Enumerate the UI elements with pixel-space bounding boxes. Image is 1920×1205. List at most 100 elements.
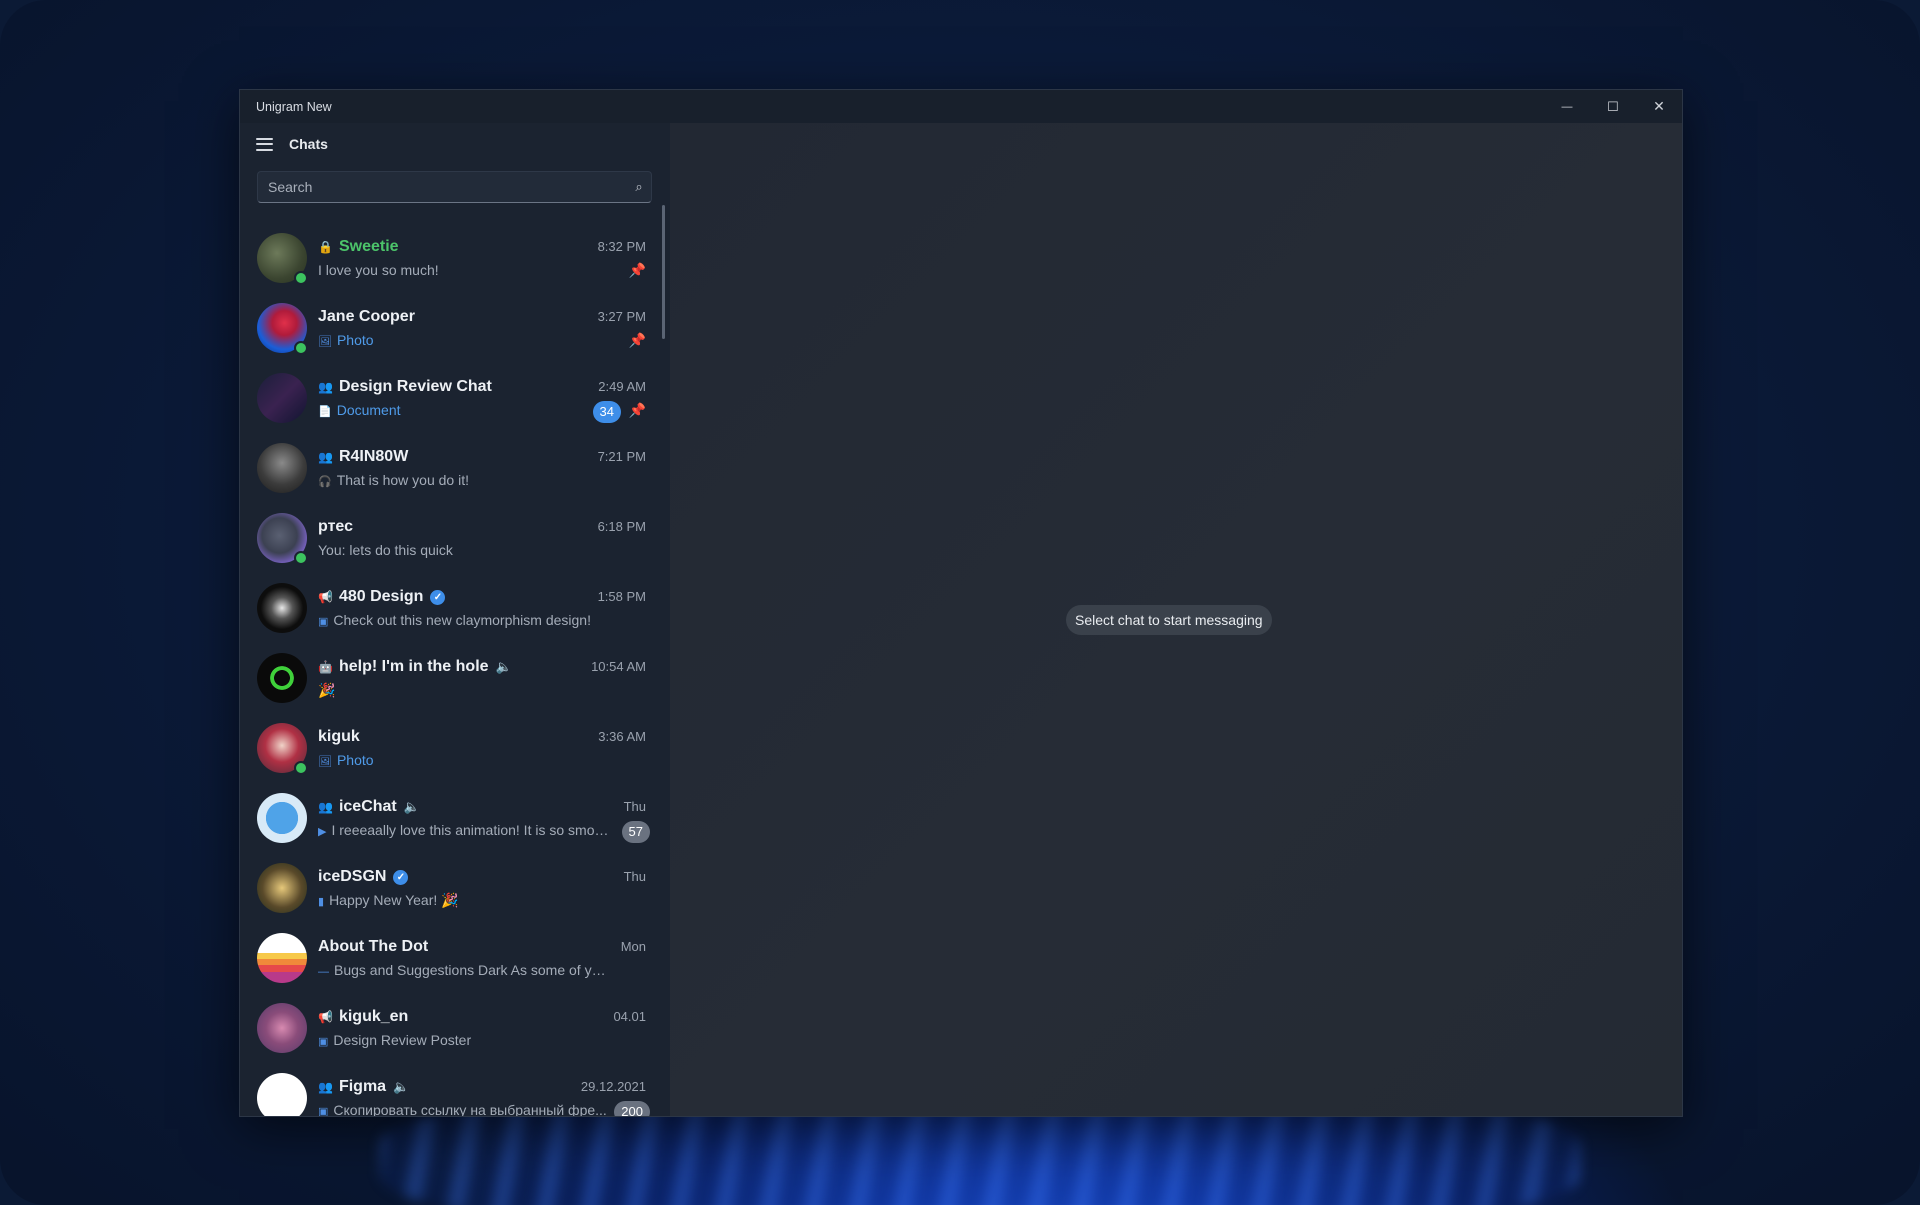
close-button[interactable]: ✕ (1636, 90, 1682, 123)
chat-name: kiguk (318, 728, 360, 745)
chat-row[interactable]: 👥 iceChat 🔈 ▶ I reeeaally love this animatio… (240, 784, 670, 854)
chat-preview-text: Photo (336, 752, 374, 768)
chat-row[interactable]: 👥 Design Review Chat 📄 Document 2:49 AM 📌 34 (240, 364, 670, 434)
chat-row[interactable]: 📢 480 Design ✓ ▣ Check out this new claymorp… (240, 574, 670, 644)
chat-preview: ▮ Happy New Year! 🎉 (318, 892, 610, 909)
maximize-button[interactable]: ☐ (1590, 90, 1636, 123)
app-title: Unigram New (256, 99, 332, 114)
chat-time: Thu (623, 869, 646, 884)
chat-time: 7:21 PM (597, 449, 646, 464)
chat-name: kiguk_en (338, 1008, 409, 1025)
chat-preview-text: I love you so much! (318, 262, 439, 278)
empty-state-message: Select chat to start messaging (1066, 605, 1272, 635)
online-indicator (294, 551, 308, 565)
chat-name-line: 🤖 help! I'm in the hole 🔈 (318, 658, 512, 676)
chat-preview-text: Скопировать ссылку на выбранный фре... (333, 1102, 607, 1117)
muted-speaker-icon: 🔈 (403, 799, 420, 814)
chat-time: Thu (623, 799, 646, 814)
chat-preview-text: Check out this new claymorphism design! (333, 612, 591, 628)
chat-row[interactable]: 👥 Figma 🔈 ▣ Скопировать ссылку на выбранный … (240, 1064, 670, 1117)
hamburger-menu-icon[interactable] (256, 137, 273, 151)
chat-name-line: 👥 Figma 🔈 (318, 1078, 409, 1096)
bot-icon: 🤖 (318, 660, 333, 674)
minimize-button[interactable]: — (1544, 90, 1590, 123)
maximize-icon: ☐ (1607, 98, 1619, 114)
chat-time: 1:58 PM (597, 589, 646, 604)
chats-header: Chats (256, 136, 328, 152)
chat-row[interactable]: About The Dot — Bugs and Suggestions Dark … (240, 924, 670, 994)
chat-name-line: 👥 iceChat 🔈 (318, 798, 420, 816)
dash-icon: — (318, 966, 329, 978)
headphones-icon: 🎧 (318, 476, 332, 488)
group-icon: 👥 (318, 1080, 333, 1094)
chat-time: 04.01 (613, 1009, 646, 1024)
video-icon: ▶ (318, 826, 327, 838)
chat-name-line: Jane Cooper (318, 308, 415, 326)
chat-preview: ▣ Скопировать ссылку на выбранный фре... (318, 1102, 610, 1117)
chat-preview: 🖼 Photo (318, 752, 610, 768)
chat-row[interactable]: Jane Cooper 🖼 Photo 3:27 PM 📌 (240, 294, 670, 364)
chat-name: help! I'm in the hole (338, 658, 489, 675)
chat-name-line: 📢 480 Design ✓ (318, 588, 446, 606)
group-icon: 👥 (318, 450, 333, 464)
search-icon[interactable]: ⌕ (627, 179, 651, 195)
group-icon: 👥 (318, 380, 333, 394)
avatar (257, 443, 307, 493)
chat-sidebar: Chats ⌕ 🔒 Sweetie I love you so much! 8:32 … (240, 123, 670, 1116)
window-controls: — ☐ ✕ (1544, 90, 1682, 123)
online-indicator (294, 761, 308, 775)
chat-name: About The Dot (318, 938, 429, 955)
chat-name-line: iceDSGN ✓ (318, 868, 409, 886)
chat-name: R4IN80W (338, 448, 409, 465)
pin-icon: 📌 (628, 262, 646, 278)
chat-preview: 🖼 Photo (318, 332, 610, 348)
chat-preview: — Bugs and Suggestions Dark As some of yo… (318, 962, 610, 978)
chat-row[interactable]: iceDSGN ✓ ▮ Happy New Year! 🎉 Thu (240, 854, 670, 924)
chat-name: Design Review Chat (338, 378, 492, 395)
chat-list: 🔒 Sweetie I love you so much! 8:32 PM 📌 Jane … (240, 224, 670, 1117)
chat-row[interactable]: 👥 R4IN80W 🎧 That is how you do it! 7:21 PM (240, 434, 670, 504)
channel-icon: 📢 (318, 1010, 333, 1024)
chat-preview-text: I reeeaally love this animation! It is s… (331, 822, 610, 838)
close-icon: ✕ (1653, 98, 1665, 114)
unread-badge-muted: 57 (621, 821, 650, 843)
pin-icon: 📌 (628, 332, 646, 348)
chat-name: Figma (338, 1078, 387, 1095)
chat-time: 6:18 PM (597, 519, 646, 534)
chat-row[interactable]: kiguk 🖼 Photo 3:36 AM (240, 714, 670, 784)
muted-speaker-icon: 🔈 (393, 1079, 410, 1094)
avatar (257, 793, 307, 843)
search-input[interactable] (258, 178, 627, 196)
group-icon: 👥 (318, 800, 333, 814)
chat-preview: ▣ Design Review Poster (318, 1032, 610, 1048)
chat-name-line: About The Dot (318, 938, 428, 956)
chat-name: iceChat (338, 798, 397, 815)
chat-name-line: 📢 kiguk_en (318, 1008, 408, 1026)
app-window: Unigram New — ☐ ✕ Chats ⌕ 🔒 Sweetie I love… (239, 89, 1683, 1117)
avatar (257, 373, 307, 423)
image-icon: ▣ (318, 1106, 329, 1117)
chat-time: 3:36 AM (598, 729, 646, 744)
chat-name-line: 👥 Design Review Chat (318, 378, 492, 396)
avatar (257, 1003, 307, 1053)
chat-row[interactable]: 🔒 Sweetie I love you so much! 8:32 PM 📌 (240, 224, 670, 294)
verified-icon: ✓ (393, 869, 409, 885)
chat-row[interactable]: ртес You: lets do this quick 6:18 PM (240, 504, 670, 574)
chat-preview-text: Bugs and Suggestions Dark As some of you… (334, 962, 610, 978)
chat-preview-text: That is how you do it! (336, 472, 469, 488)
chat-time: 3:27 PM (597, 309, 646, 324)
chat-name-line: 🔒 Sweetie (318, 238, 399, 256)
title-bar[interactable]: Unigram New — ☐ ✕ (240, 90, 1682, 123)
channel-icon: 📢 (318, 590, 333, 604)
avatar (257, 863, 307, 913)
chat-name-line: ртес (318, 518, 353, 536)
chat-row[interactable]: 📢 kiguk_en ▣ Design Review Poster 04.01 (240, 994, 670, 1064)
chat-preview-text: Happy New Year! 🎉 (329, 892, 459, 908)
search-box: ⌕ (257, 171, 652, 203)
avatar (257, 933, 307, 983)
chat-preview: 🎧 That is how you do it! (318, 472, 610, 488)
online-indicator (294, 271, 308, 285)
chat-row[interactable]: 🤖 help! I'm in the hole 🔈 🎉 10:54 AM (240, 644, 670, 714)
image-icon: ▣ (318, 616, 329, 628)
chat-time: 10:54 AM (591, 659, 646, 674)
